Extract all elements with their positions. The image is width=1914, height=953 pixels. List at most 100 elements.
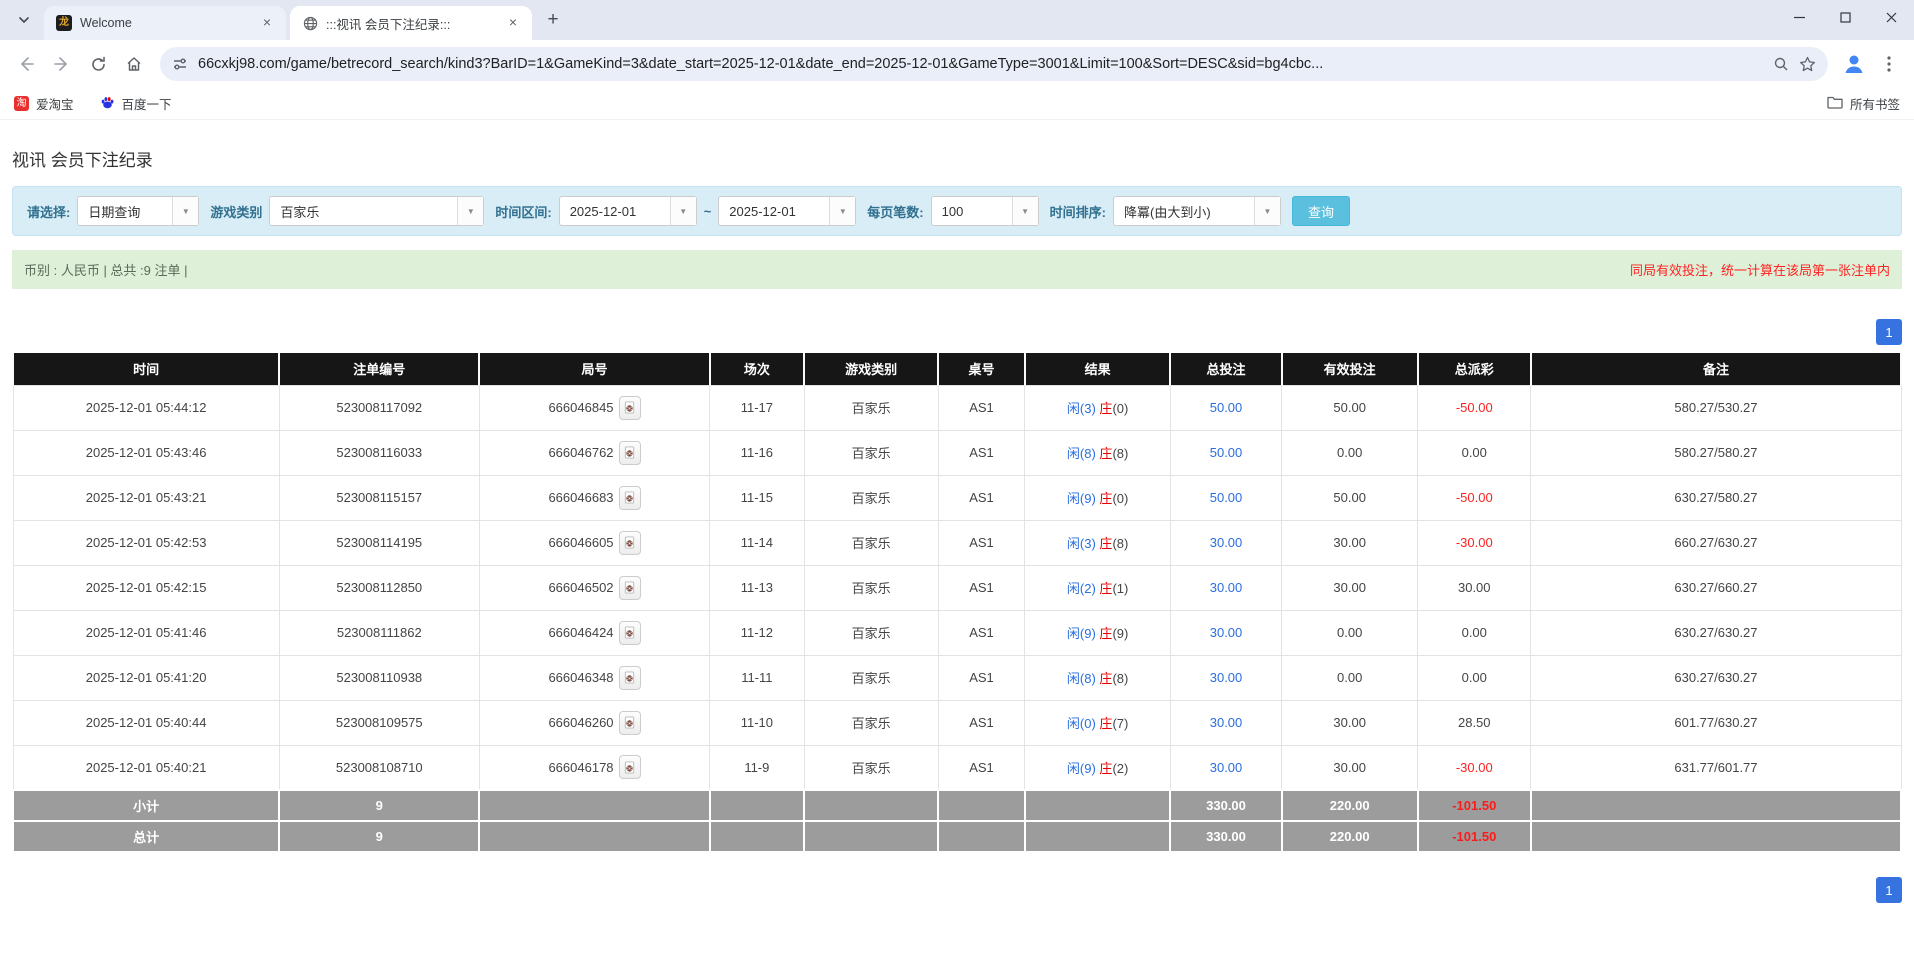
video-replay-icon[interactable] [618,530,641,555]
bookmark-baidu[interactable]: 百度一下 [100,94,172,113]
cell-table-no: AS1 [937,744,1026,791]
cell-session: 11-9 [709,744,805,791]
search-button[interactable]: 查询 [1291,196,1350,226]
video-replay-icon[interactable] [618,710,641,735]
tab-welcome[interactable]: 龙 Welcome × [44,6,286,40]
date-start-input[interactable]: 2025-12-01 ▼ [558,196,697,226]
folder-icon [1827,95,1843,112]
cell-bet-id: 523008116033 [278,429,480,476]
cell-table-no: AS1 [937,699,1026,746]
cell-session: 11-12 [709,609,805,656]
bookmark-star-icon[interactable] [1799,56,1816,73]
column-header: 总投注 [1169,353,1283,385]
tab-bet-records[interactable]: :::视讯 会员下注纪录::: × [290,6,532,40]
footer-valid-bet: 220.00 [1280,789,1419,822]
pagination-top: 1 [12,319,1902,345]
footer-count: 9 [278,820,481,853]
bookmark-taobao[interactable]: 淘 爱淘宝 [14,94,74,113]
cell-result: 闲(9) 庄(2) [1024,744,1171,791]
cell-time: 2025-12-01 05:40:44 [12,699,280,746]
video-replay-icon[interactable] [618,755,641,780]
cell-remark: 580.27/580.27 [1530,429,1902,476]
tab-close-icon[interactable]: × [258,14,276,32]
table-row: 2025-12-01 05:42:15 523008112850 666046502… [12,564,1902,611]
footer-empty [478,820,711,853]
browser-menu-icon[interactable] [1874,49,1904,79]
bet-records-table: 时间 注单编号 局号 场次 游戏类别 桌号 结果 总投注 有效投注 总派彩 备注 2025-12-0… [11,353,1903,853]
table-row: 2025-12-01 05:43:21 523008115157 666046683… [12,474,1902,521]
cell-remark: 660.27/630.27 [1530,519,1902,566]
cell-remark: 630.27/630.27 [1530,654,1902,701]
new-tab-button[interactable]: + [540,7,566,33]
cell-remark: 630.27/580.27 [1530,474,1902,521]
table-row: 2025-12-01 05:41:46 523008111862 666046424… [12,609,1902,656]
date-end-input[interactable]: 2025-12-01 ▼ [718,196,857,226]
chevron-down-icon: ▼ [172,197,199,225]
tab-search-chevron-icon[interactable] [10,6,38,34]
browser-toolbar: 66cxkj98.com/game/betrecord_search/kind3… [0,40,1914,88]
url-text[interactable]: 66cxkj98.com/game/betrecord_search/kind3… [198,56,1763,72]
cell-payout: -50.00 [1417,384,1532,431]
chevron-down-icon: ▼ [829,197,856,225]
all-bookmarks-button[interactable]: 所有书签 [1827,94,1900,113]
table-header-row: 时间 注单编号 局号 场次 游戏类别 桌号 结果 总投注 有效投注 总派彩 备注 [11,353,1903,385]
minimize-button[interactable] [1776,0,1822,34]
cell-round: 666046260 [478,699,711,746]
close-button[interactable] [1868,0,1914,34]
video-replay-icon[interactable] [618,395,641,420]
tab-close-icon[interactable]: × [504,14,522,32]
page-content: 视讯 会员下注纪录 请选择: 日期查询 ▼ 游戏类别 百家乐 ▼ 时间区间: 2… [0,146,1914,903]
footer-label: 总计 [11,820,281,853]
sort-select[interactable]: 降冪(由大到小) ▼ [1112,196,1281,226]
video-replay-icon[interactable] [618,575,641,600]
page-size-select[interactable]: 100 ▼ [930,196,1039,226]
video-replay-icon[interactable] [618,440,641,465]
forward-icon[interactable] [46,48,78,80]
cell-total-bet: 30.00 [1169,564,1283,611]
table-row: 2025-12-01 05:40:44 523008109575 666046260… [12,699,1902,746]
page-1-button[interactable]: 1 [1876,877,1902,903]
column-header: 局号 [478,353,711,385]
cell-total-bet: 30.00 [1169,609,1283,656]
site-settings-icon[interactable] [172,56,188,72]
footer-empty [1529,789,1903,822]
profile-avatar-icon[interactable] [1838,48,1870,80]
date-mode-select[interactable]: 日期查询 ▼ [77,196,200,226]
footer-empty [1529,820,1903,853]
cell-result: 闲(2) 庄(1) [1024,564,1171,611]
home-icon[interactable] [118,48,150,80]
page-title: 视讯 会员下注纪录 [12,151,153,170]
cell-session: 11-10 [709,699,805,746]
cell-game: 百家乐 [803,654,939,701]
chevron-down-icon: ▼ [1011,197,1038,225]
cell-remark: 630.27/660.27 [1530,564,1902,611]
cell-valid-bet: 50.00 [1281,474,1419,521]
subtotal-row: 小计 9 330.00 220.00 -101.50 [11,789,1903,822]
cell-time: 2025-12-01 05:40:21 [12,744,280,791]
back-icon[interactable] [10,48,42,80]
video-replay-icon[interactable] [618,620,641,645]
cell-total-bet: 50.00 [1169,384,1283,431]
cell-time: 2025-12-01 05:41:20 [12,654,280,701]
total-row: 总计 9 330.00 220.00 -101.50 [11,820,1903,853]
footer-empty [803,820,940,853]
cell-bet-id: 523008112850 [278,564,480,611]
maximize-button[interactable] [1822,0,1868,34]
cell-remark: 580.27/530.27 [1530,384,1902,431]
footer-total-bet: 330.00 [1169,820,1283,853]
game-category-select[interactable]: 百家乐 ▼ [269,196,485,226]
cell-bet-id: 523008114195 [278,519,480,566]
footer-empty [708,789,806,822]
window-controls [1776,0,1914,34]
page-1-button[interactable]: 1 [1876,319,1902,345]
cell-payout: 0.00 [1417,429,1532,476]
video-replay-icon[interactable] [618,485,641,510]
column-header: 有效投注 [1280,353,1419,385]
taobao-icon: 淘 [14,96,29,111]
zoom-icon[interactable] [1773,56,1789,72]
video-replay-icon[interactable] [618,665,641,690]
reload-icon[interactable] [82,48,114,80]
url-bar[interactable]: 66cxkj98.com/game/betrecord_search/kind3… [160,47,1828,81]
page-size-label: 每页笔数: [867,204,924,220]
cell-session: 11-16 [709,429,805,476]
